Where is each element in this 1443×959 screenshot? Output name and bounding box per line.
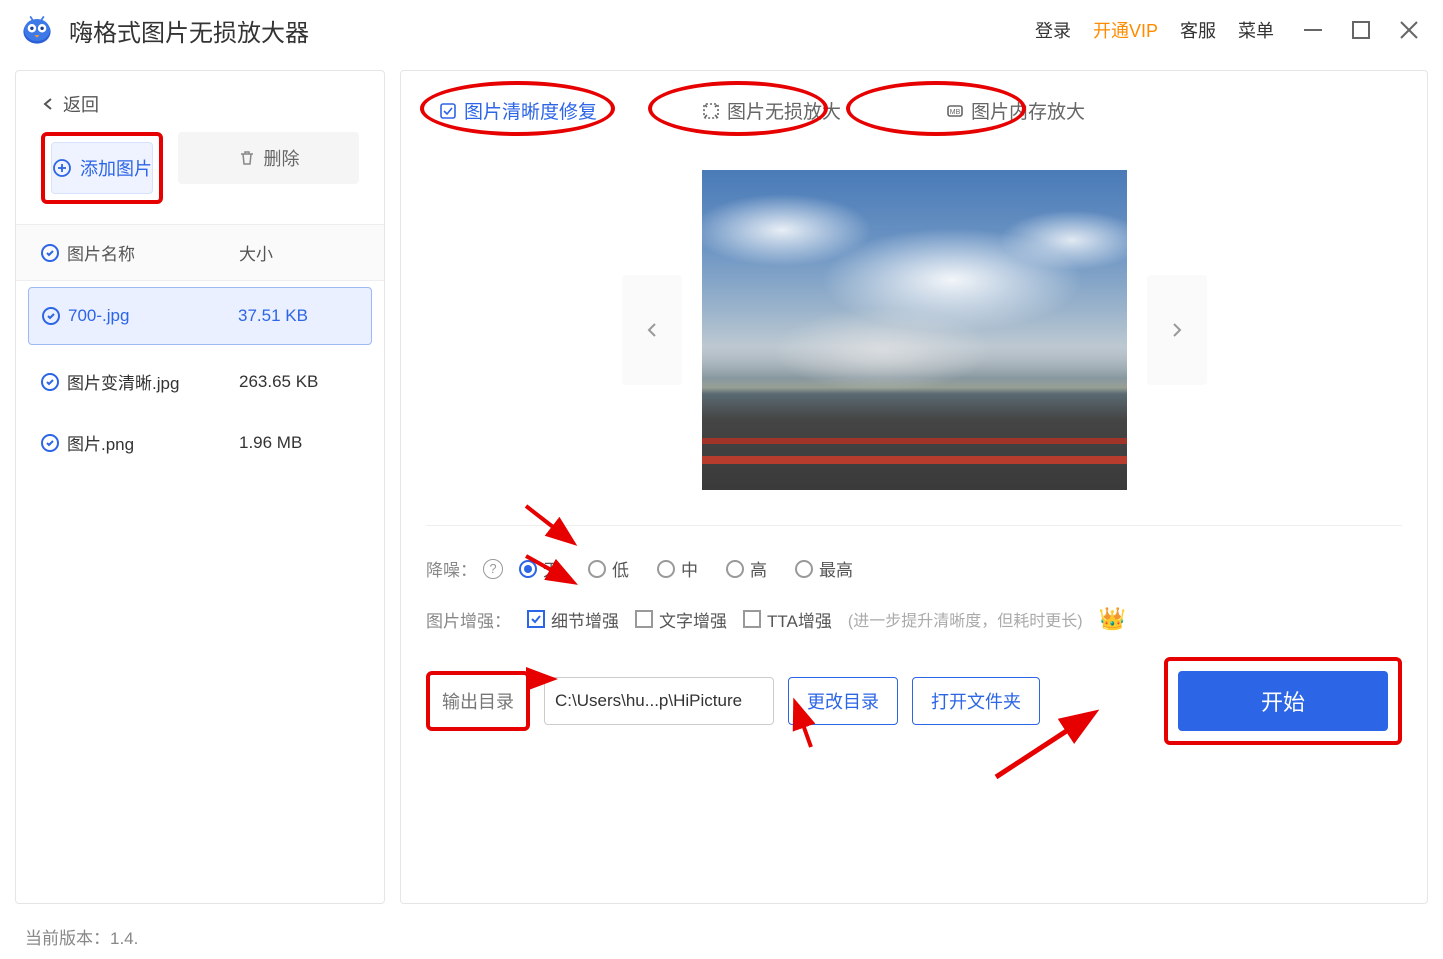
start-button[interactable]: 开始 bbox=[1178, 671, 1388, 731]
output-path-field[interactable]: C:\Users\hu...p\HiPicture bbox=[544, 677, 774, 725]
chevron-left-icon bbox=[41, 97, 55, 111]
file-list-header: 图片名称 大小 bbox=[16, 224, 384, 281]
nav-menu[interactable]: 菜单 bbox=[1238, 17, 1274, 43]
file-row[interactable]: 700-.jpg37.51 KB bbox=[28, 287, 372, 345]
maximize-button[interactable] bbox=[1347, 16, 1375, 44]
image-preview bbox=[702, 170, 1127, 490]
crown-icon: 👑 bbox=[1099, 606, 1126, 632]
app-logo bbox=[20, 13, 54, 47]
delete-button[interactable]: 删除 bbox=[178, 132, 359, 184]
check-icon bbox=[41, 373, 59, 391]
app-title: 嗨格式图片无损放大器 bbox=[69, 13, 1035, 48]
add-image-button[interactable]: 添加图片 bbox=[51, 142, 153, 194]
tab-0[interactable]: 图片清晰度修复 bbox=[426, 91, 609, 130]
tab-1[interactable]: 图片无损放大 bbox=[689, 91, 853, 130]
tab-icon bbox=[701, 101, 721, 121]
nav-vip[interactable]: 开通VIP bbox=[1093, 17, 1158, 43]
svg-text:MB: MB bbox=[950, 109, 961, 116]
help-icon[interactable]: ? bbox=[483, 559, 503, 579]
back-button[interactable]: 返回 bbox=[16, 91, 384, 132]
output-dir-label: 输出目录 bbox=[432, 677, 524, 725]
plus-circle-icon bbox=[52, 158, 72, 178]
next-image-button[interactable] bbox=[1147, 275, 1207, 385]
close-button[interactable] bbox=[1395, 16, 1423, 44]
version-footer: 当前版本：1.4. bbox=[0, 914, 1443, 959]
check-icon bbox=[41, 434, 59, 452]
tab-2[interactable]: MB图片内存放大 bbox=[933, 91, 1097, 130]
noise-radio-无[interactable]: 无 bbox=[519, 556, 560, 581]
nav-help[interactable]: 客服 bbox=[1180, 17, 1216, 43]
noise-radio-低[interactable]: 低 bbox=[588, 556, 629, 581]
file-row[interactable]: 图片.png1.96 MB bbox=[16, 412, 384, 473]
prev-image-button[interactable] bbox=[622, 275, 682, 385]
tta-enhance-checkbox[interactable]: TTA增强 bbox=[743, 607, 832, 632]
enhance-hint: (进一步提升清晰度，但耗时更长) bbox=[848, 607, 1083, 631]
text-enhance-checkbox[interactable]: 文字增强 bbox=[635, 607, 727, 632]
noise-radio-中[interactable]: 中 bbox=[657, 556, 698, 581]
nav-login[interactable]: 登录 bbox=[1035, 17, 1071, 43]
file-row[interactable]: 图片变清晰.jpg263.65 KB bbox=[16, 351, 384, 412]
open-folder-button[interactable]: 打开文件夹 bbox=[912, 677, 1040, 725]
check-icon bbox=[42, 307, 60, 325]
check-icon bbox=[41, 244, 59, 262]
minimize-button[interactable] bbox=[1299, 16, 1327, 44]
trash-icon bbox=[238, 149, 256, 167]
detail-enhance-checkbox[interactable]: 细节增强 bbox=[527, 607, 619, 632]
tab-icon: MB bbox=[945, 101, 965, 121]
change-dir-button[interactable]: 更改目录 bbox=[788, 677, 898, 725]
tab-icon bbox=[438, 101, 458, 121]
noise-label: 降噪：? bbox=[426, 556, 503, 581]
enhance-label: 图片增强： bbox=[426, 607, 511, 632]
noise-radio-最高[interactable]: 最高 bbox=[795, 556, 853, 581]
noise-radio-高[interactable]: 高 bbox=[726, 556, 767, 581]
